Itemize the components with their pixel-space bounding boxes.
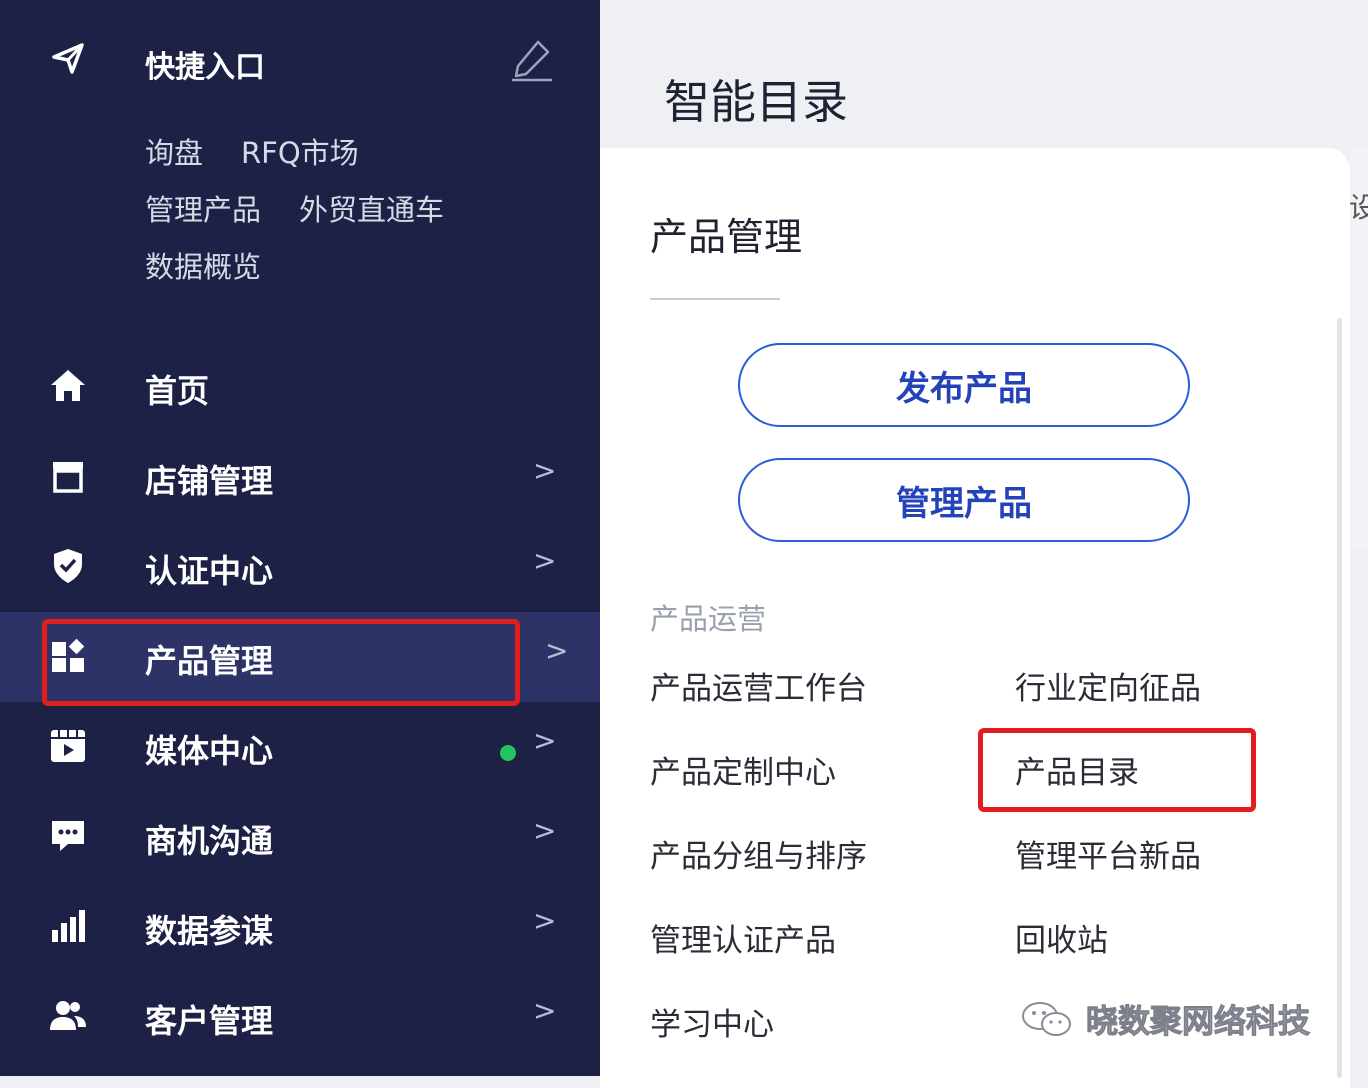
publish-product-button[interactable]: 发布产品 — [738, 343, 1190, 427]
link-customization-center[interactable]: 产品定制中心 — [650, 747, 836, 792]
product-management-flyout: 产品管理 发布产品 管理产品 产品运营 产品运营工作台 行业定向征品 产品定制中… — [600, 148, 1350, 1088]
nav-item-customers[interactable]: 客户管理 > — [0, 972, 600, 1062]
nav-label: 首页 — [145, 372, 210, 410]
page-title: 智能目录 — [664, 75, 848, 129]
chevron-right-icon: > — [533, 904, 557, 937]
quick-links: 询盘 RFQ市场 管理产品 外贸直通车 数据概览 — [145, 130, 565, 301]
nav-item-store[interactable]: 店铺管理 > — [0, 432, 600, 522]
chevron-right-icon: > — [533, 994, 557, 1027]
link-operations-workbench[interactable]: 产品运营工作台 — [650, 663, 867, 708]
quick-access-header: 快捷入口 — [0, 28, 600, 92]
sidebar: 快捷入口 询盘 RFQ市场 管理产品 外贸直通车 数据概览 首页 店铺管理 > … — [0, 0, 600, 1076]
nav-menu: 首页 店铺管理 > 认证中心 > 产品管理 > 媒体中心 > 商机沟通 > 数据… — [0, 342, 600, 1062]
link-product-catalog[interactable]: 产品目录 — [1015, 747, 1139, 792]
quick-access-title: 快捷入口 — [145, 50, 265, 85]
shield-icon — [54, 549, 82, 583]
wechat-icon — [1022, 1002, 1071, 1036]
nav-label: 店铺管理 — [145, 462, 274, 500]
nav-item-certification[interactable]: 认证中心 > — [0, 522, 600, 612]
manage-products-button[interactable]: 管理产品 — [738, 458, 1190, 542]
link-platform-new-products[interactable]: 管理平台新品 — [1015, 831, 1201, 876]
link-certified-products[interactable]: 管理认证产品 — [650, 915, 836, 960]
link-grouping-sorting[interactable]: 产品分组与排序 — [650, 831, 867, 876]
quick-link-inquiry[interactable]: 询盘 — [145, 130, 203, 187]
bar-chart-icon — [52, 910, 85, 942]
send-icon — [52, 43, 84, 74]
nav-item-communication[interactable]: 商机沟通 > — [0, 792, 600, 882]
nav-label: 客户管理 — [145, 1002, 274, 1040]
chat-icon — [52, 821, 84, 851]
nav-item-data-advisor[interactable]: 数据参谋 > — [0, 882, 600, 972]
nav-label: 认证中心 — [145, 552, 274, 590]
quick-link-data-overview[interactable]: 数据概览 — [145, 244, 261, 301]
quick-link-trade-express[interactable]: 外贸直通车 — [299, 187, 444, 244]
status-dot — [500, 745, 516, 761]
grid-icon — [52, 638, 85, 672]
quick-link-manage-products[interactable]: 管理产品 — [145, 187, 261, 244]
chevron-right-icon: > — [533, 454, 557, 487]
nav-label: 产品管理 — [145, 642, 274, 680]
watermark: 晓数聚网络科技 — [1020, 996, 1311, 1042]
nav-item-media[interactable]: 媒体中心 > — [0, 702, 600, 792]
users-icon — [50, 1001, 86, 1030]
home-icon — [51, 370, 85, 401]
media-icon — [51, 730, 85, 762]
section-label: 产品运营 — [650, 602, 767, 636]
chevron-right-icon: > — [545, 634, 569, 667]
link-recycle-bin[interactable]: 回收站 — [1015, 915, 1108, 960]
nav-item-product-management[interactable]: 产品管理 > — [0, 612, 600, 702]
divider — [650, 298, 780, 300]
chevron-right-icon: > — [533, 724, 557, 757]
link-learning-center[interactable]: 学习中心 — [650, 999, 774, 1044]
store-icon — [53, 462, 83, 493]
nav-label: 商机沟通 — [145, 822, 274, 860]
nav-label: 数据参谋 — [145, 912, 274, 950]
flyout-title: 产品管理 — [650, 215, 803, 259]
link-industry-solicitation[interactable]: 行业定向征品 — [1015, 663, 1201, 708]
clipped-text: 设 — [1349, 191, 1368, 224]
watermark-text: 晓数聚网络科技 — [1085, 1002, 1311, 1041]
chevron-right-icon: > — [533, 544, 557, 577]
quick-link-rfq[interactable]: RFQ市场 — [241, 130, 359, 187]
edit-icon[interactable] — [508, 36, 556, 84]
nav-label: 媒体中心 — [145, 732, 274, 770]
chevron-right-icon: > — [533, 814, 557, 847]
nav-item-home[interactable]: 首页 — [0, 342, 600, 432]
scrollbar[interactable] — [1337, 318, 1342, 1078]
